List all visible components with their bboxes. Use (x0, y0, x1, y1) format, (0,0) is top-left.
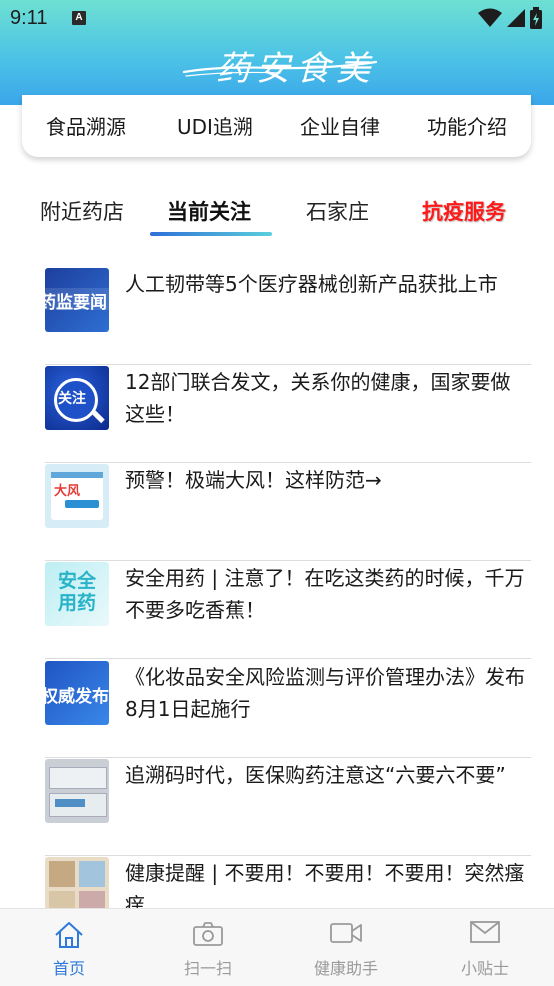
attention-magnifier-thumbnail: 关注 (45, 366, 109, 430)
tab-epidemic-service[interactable]: 抗疫服务 (422, 196, 506, 226)
medicine-box-photo-thumbnail (45, 759, 109, 823)
news-item[interactable]: 药监要闻 人工韧带等5个医疗器械创新产品获批上市 (45, 268, 531, 365)
divider (45, 560, 531, 561)
news-title: 预警！极端大风！这样防范→ (125, 468, 382, 492)
divider (45, 757, 531, 758)
news-title: 安全用药 | 注意了！在吃这类药的时候，千万不要多吃香蕉！ (125, 566, 525, 622)
news-thumbnail: 药监要闻 (45, 268, 109, 332)
notification-icon: A (72, 11, 86, 25)
function-food-trace[interactable]: 食品溯源 (46, 111, 126, 140)
thumbnail-label: 安全用药 (57, 570, 96, 614)
mail-icon (470, 921, 500, 943)
status-icons (478, 6, 542, 30)
nav-scan[interactable]: 扫一扫 (158, 909, 258, 986)
news-title: 12部门联合发文，关系你的健康，国家要做这些！ (125, 370, 511, 426)
camera-icon (193, 922, 223, 946)
tab-shijiazhuang[interactable]: 石家庄 (306, 196, 369, 226)
active-tab-indicator (150, 232, 272, 236)
news-item[interactable]: 权威发布 《化妆品安全风险监测与评价管理办法》发布 8月1日起施行 (45, 661, 531, 758)
news-item[interactable]: 追溯码时代，医保购药注意这“六要六不要” (45, 759, 531, 856)
app-header: 9:11 A 药安食美 (0, 0, 554, 105)
nav-health-assistant[interactable]: 健康助手 (296, 909, 396, 986)
nav-tips[interactable]: 小贴士 (435, 909, 535, 986)
function-udi-trace[interactable]: UDI追溯 (177, 111, 253, 140)
bottom-navigation: 首页 扫一扫 健康助手 小贴士 (0, 908, 554, 986)
logo-text: 药安食美 (216, 49, 376, 89)
function-self-discipline[interactable]: 企业自律 (300, 111, 380, 140)
video-camera-icon (330, 923, 362, 943)
nav-label: 首页 (52, 959, 85, 978)
signal-icon (507, 9, 525, 27)
status-time: 9:11 (10, 7, 48, 29)
news-item[interactable]: 大风 预警！极端大风！这样防范→ (45, 464, 531, 561)
tab-nearby-pharmacy[interactable]: 附近药店 (40, 196, 124, 226)
news-item[interactable]: 安全用药 安全用药 | 注意了！在吃这类药的时候，千万不要多吃香蕉！ (45, 562, 531, 659)
function-intro[interactable]: 功能介绍 (427, 111, 507, 140)
safety-medicine-thumbnail: 安全用药 (45, 562, 109, 626)
divider (45, 462, 531, 463)
thumbnail-label: 关注 (58, 391, 86, 407)
nav-label: 扫一扫 (183, 959, 232, 978)
function-card: 食品溯源 UDI追溯 企业自律 功能介绍 (22, 95, 531, 157)
nav-home[interactable]: 首页 (19, 909, 119, 986)
thumbnail-label: 药监要闻 (45, 293, 107, 313)
status-bar: 9:11 A (0, 0, 554, 38)
authority-release-thumbnail: 权威发布 (45, 661, 109, 725)
news-item[interactable]: 关注 12部门联合发文，关系你的健康，国家要做这些！ (45, 366, 531, 463)
thumbnail-label: 权威发布 (45, 687, 109, 707)
nav-label: 健康助手 (313, 959, 378, 978)
news-title: 追溯码时代，医保购药注意这“六要六不要” (125, 763, 506, 787)
divider (45, 364, 531, 365)
thumbnail-label: 大风 (54, 484, 81, 499)
news-title: 人工韧带等5个医疗器械创新产品获批上市 (125, 272, 498, 296)
divider (45, 855, 531, 856)
nav-label: 小贴士 (460, 959, 509, 978)
wifi-icon (478, 8, 502, 27)
divider (45, 658, 531, 659)
tab-current-focus[interactable]: 当前关注 (167, 196, 251, 226)
battery-icon (530, 7, 542, 29)
calendar-warning-thumbnail: 大风 (45, 464, 109, 528)
home-icon (55, 922, 83, 948)
app-logo: 药安食美 (182, 49, 378, 89)
news-title: 《化妆品安全风险监测与评价管理办法》发布 8月1日起施行 (125, 665, 525, 721)
